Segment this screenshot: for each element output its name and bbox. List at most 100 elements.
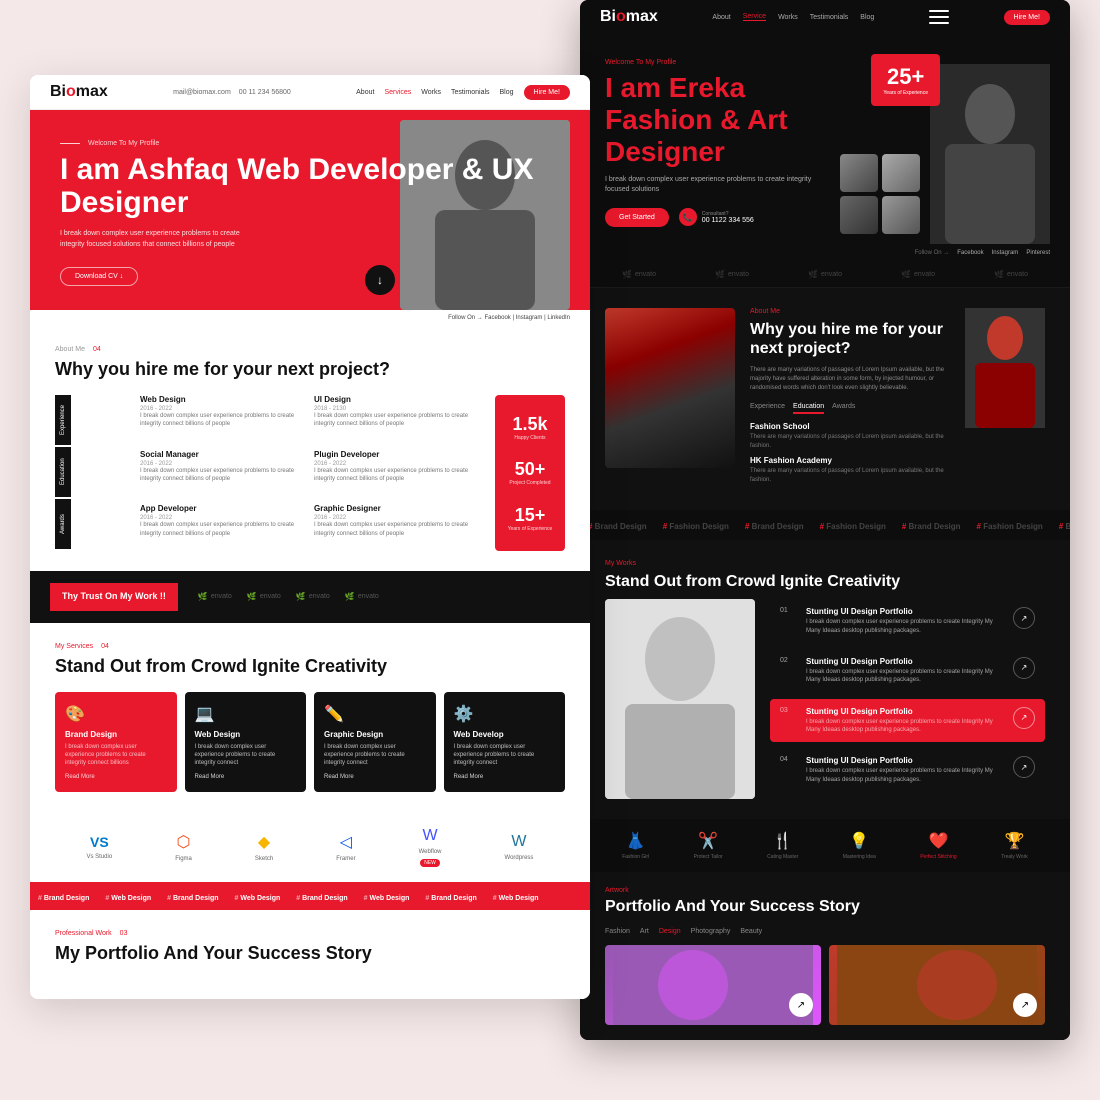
dark-tab-awards[interactable]: Awards: [832, 403, 855, 414]
tag-1: # Brand Design: [30, 895, 97, 902]
develop-title: Web Develop: [454, 730, 556, 739]
skill-ui-design: UI Design 2018 - 2130 I break down compl…: [314, 395, 480, 442]
dark-nav-works[interactable]: Works: [778, 14, 798, 21]
dark-portfolio: Artwork Portfolio And Your Success Story…: [580, 872, 1070, 1040]
brand-icon: 🎨: [65, 704, 167, 724]
services-title: Stand Out from Crowd Ignite Creativity: [55, 656, 565, 677]
stat-projects: 50+ Project Completed: [509, 459, 550, 486]
tab-education[interactable]: Education: [55, 447, 71, 497]
filter-beauty[interactable]: Beauty: [740, 928, 762, 935]
trust-banner: Thy Trust On My Work !! envato envato en…: [30, 571, 590, 623]
mastering-icon: 💡: [849, 831, 869, 851]
mini-img-4: [882, 196, 920, 234]
dark-about: About Me Why you hire me for your next p…: [580, 288, 1070, 510]
about-section: About Me 04 Why you hire me for your nex…: [30, 326, 590, 571]
dark-tab-education[interactable]: Education: [793, 403, 824, 414]
cating-icon: 🍴: [773, 831, 793, 851]
dark-facebook[interactable]: Facebook: [957, 250, 983, 256]
filter-fashion[interactable]: Fashion: [605, 928, 630, 935]
hire-button[interactable]: Hire Me!: [524, 85, 570, 100]
filter-photography[interactable]: Photography: [691, 928, 731, 935]
tailor-icon: ✂️: [698, 831, 718, 851]
nav-about[interactable]: About: [356, 89, 374, 96]
download-button[interactable]: Download CV ↓: [60, 267, 138, 286]
experience-badge: 25+ Years of Experience: [871, 54, 940, 106]
service-graphic: ✏️ Graphic Design I break down complex u…: [314, 692, 436, 792]
filter-art[interactable]: Art: [640, 928, 649, 935]
web-readmore[interactable]: Read More: [195, 774, 297, 780]
dark-about-image: [605, 308, 735, 468]
scroll-down-circle[interactable]: ↓: [365, 265, 395, 295]
service-arrow-4[interactable]: ↗: [1013, 756, 1035, 778]
dark-tag-2: # Fashion Design: [655, 522, 737, 531]
portfolio-link-2[interactable]: ↗: [1013, 993, 1037, 1017]
dark-about-desc: There are many variations of passages of…: [750, 366, 950, 393]
nav-works[interactable]: Works: [421, 89, 441, 96]
dark-skill-hk: HK Fashion Academy There are many variat…: [750, 456, 950, 484]
dark-nav-testimonials[interactable]: Testimonials: [810, 14, 849, 21]
dark-service-content-2: Stunting UI Design Portfolio I break dow…: [806, 657, 1003, 685]
cating-label: Cating Master: [767, 854, 798, 860]
framer-icon: ◁: [340, 832, 352, 852]
brand-readmore[interactable]: Read More: [65, 774, 167, 780]
tab-awards[interactable]: Awards: [55, 499, 71, 549]
graphic-title: Graphic Design: [324, 730, 426, 739]
dark-person-img: [930, 64, 1050, 244]
dark-pinterest[interactable]: Pinterest: [1026, 250, 1050, 256]
dark-hero-sub: I break down complex user experience pro…: [605, 175, 825, 196]
nav-services[interactable]: Services: [384, 89, 411, 96]
develop-desc: I break down complex user experience pro…: [454, 743, 556, 768]
sketch-icon: ◆: [258, 832, 270, 852]
dark-tab-experience[interactable]: Experience: [750, 403, 785, 414]
dark-follow: Follow On → Facebook Instagram Pinterest: [580, 244, 1070, 262]
web-desc: I break down complex user experience pro…: [195, 743, 297, 768]
menu-icon[interactable]: [929, 10, 949, 24]
graphic-readmore[interactable]: Read More: [324, 774, 426, 780]
sketch-name: Sketch: [255, 856, 273, 862]
portfolio-img-1: ↗: [605, 945, 821, 1025]
dark-services-title: Stand Out from Crowd Ignite Creativity: [605, 572, 1045, 591]
service-arrow-3[interactable]: ↗: [1013, 707, 1035, 729]
envato-5: envato: [994, 270, 1028, 279]
vsstudio-icon: VS: [90, 834, 109, 850]
skill-app: App Developer 2016 - 2022 I break down c…: [140, 504, 306, 551]
service-arrow-1[interactable]: ↗: [1013, 607, 1035, 629]
left-nav: About Services Works Testimonials Blog H…: [356, 85, 570, 100]
dark-services: My Works Stand Out from Crowd Ignite Cre…: [580, 540, 1070, 819]
service-arrow-2[interactable]: ↗: [1013, 657, 1035, 679]
hero-title: I am Ashfaq Web Developer & UX Designer: [60, 153, 560, 219]
develop-icon: ⚙️: [454, 704, 556, 724]
dark-nav-service[interactable]: Service: [743, 13, 766, 21]
brand-logos: envato envato envato envato: [198, 592, 570, 601]
service-web: 💻 Web Design I break down complex user e…: [185, 692, 307, 792]
portfolio-label: Professional Work 03: [55, 930, 565, 937]
fashion-girl-label: Fashion Girl: [622, 854, 649, 860]
nav-testimonials[interactable]: Testimonials: [451, 89, 490, 96]
nav-blog[interactable]: Blog: [500, 89, 514, 96]
tab-experience[interactable]: Experience: [55, 395, 71, 445]
email: mail@biomax.com: [173, 89, 231, 96]
get-started-button[interactable]: Get Started: [605, 208, 669, 227]
dark-nav-about[interactable]: About: [712, 14, 730, 21]
skill-mastering: 💡 Mastering Idea: [843, 831, 876, 860]
dark-tag-5: # Brand Design: [894, 522, 969, 531]
skill-trealy: 🏆 Trealy Work: [1001, 831, 1028, 860]
dark-service-content-1: Stunting UI Design Portfolio I break dow…: [806, 607, 1003, 635]
tool-wordpress: W Wordpress: [505, 833, 534, 861]
tag-4: # Web Design: [227, 895, 289, 902]
dark-instagram[interactable]: Instagram: [992, 250, 1019, 256]
portfolio-section: Professional Work 03 My Portfolio And Yo…: [30, 910, 590, 999]
dark-portfolio-title: Portfolio And Your Success Story: [605, 898, 1045, 916]
dark-service-1: 01 Stunting UI Design Portfolio I break …: [770, 599, 1045, 643]
develop-readmore[interactable]: Read More: [454, 774, 556, 780]
stitching-icon: ❤️: [928, 831, 948, 851]
brand-envato-1: envato: [198, 592, 232, 601]
portfolio-link-1[interactable]: ↗: [789, 993, 813, 1017]
dark-skill-fashion: Fashion School There are many variations…: [750, 422, 950, 450]
trealy-label: Trealy Work: [1001, 854, 1028, 860]
filter-design[interactable]: Design: [659, 928, 681, 935]
tool-vsstudio: VS Vs Studio: [87, 834, 113, 860]
dark-hire-button[interactable]: Hire Me!: [1004, 10, 1050, 25]
dark-nav-blog[interactable]: Blog: [860, 14, 874, 21]
dark-service-4: 04 Stunting UI Design Portfolio I break …: [770, 748, 1045, 792]
